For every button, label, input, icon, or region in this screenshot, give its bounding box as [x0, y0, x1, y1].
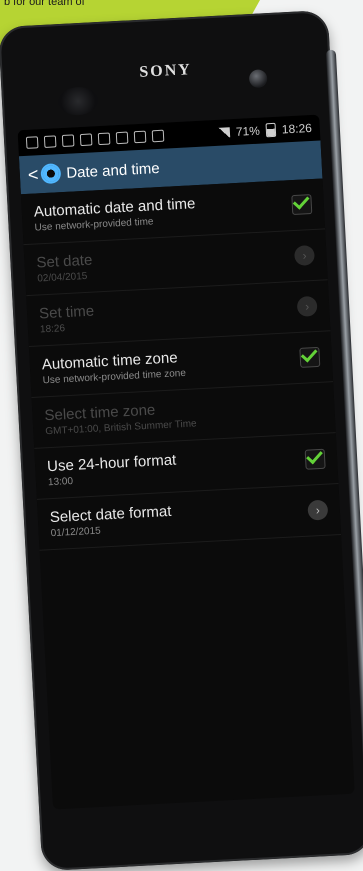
edit-icon	[133, 130, 147, 144]
earpiece	[57, 86, 99, 117]
facebook-icon	[115, 131, 129, 145]
battery-percent: 71%	[235, 123, 261, 139]
page-title: Date and time	[65, 159, 161, 182]
check-icon[interactable]	[304, 448, 326, 470]
check-icon[interactable]	[291, 194, 313, 216]
phone: SONY 71% 18:26 < Date and time Automatic…	[0, 9, 363, 871]
check-icon[interactable]	[299, 346, 321, 368]
gear-icon	[41, 165, 59, 183]
message-icon	[97, 132, 111, 146]
status-right: 71% 18:26	[217, 120, 313, 140]
screen: 71% 18:26 < Date and time Automatic date…	[17, 114, 355, 810]
battery-icon	[265, 122, 277, 138]
settings-list: Automatic date and time Use network-prov…	[20, 178, 342, 551]
brand-logo: SONY	[138, 61, 193, 81]
tango-icon	[25, 136, 39, 149]
screenshot-icon	[43, 135, 57, 148]
calendar-icon	[61, 134, 75, 148]
status-left	[25, 129, 165, 149]
signal-icon	[217, 127, 231, 138]
status-time: 18:26	[281, 120, 313, 137]
front-camera	[248, 69, 268, 89]
mail-icon	[79, 133, 93, 147]
app-icon	[151, 129, 165, 143]
back-arrow-icon[interactable]: <	[27, 164, 39, 186]
magazine-text: b for our team of	[4, 0, 85, 8]
